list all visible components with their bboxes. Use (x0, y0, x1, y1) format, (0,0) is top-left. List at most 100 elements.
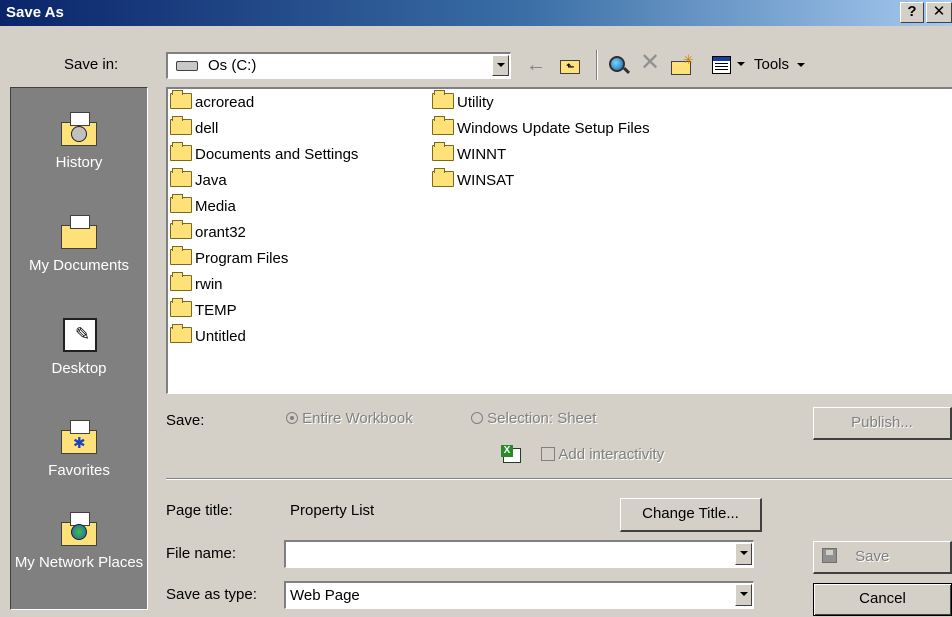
folder-item[interactable]: Documents and Settings (170, 142, 359, 171)
radio-selected-icon (286, 412, 298, 424)
cancel-button[interactable]: Cancel (813, 583, 952, 616)
title-bar[interactable]: Save As ? ✕ (0, 0, 952, 26)
new-folder-icon[interactable]: ✳ (670, 52, 696, 76)
tools-menu[interactable]: Tools (754, 56, 806, 73)
file-name-label: File name: (166, 545, 237, 562)
save-in-value: Os (C:) (208, 57, 257, 74)
help-button[interactable]: ? (900, 2, 924, 23)
folder-icon (170, 90, 192, 109)
folder-name: Utility (457, 94, 494, 111)
folder-item[interactable]: Media (170, 194, 358, 223)
folder-icon (170, 272, 192, 291)
page-title-label: Page title: (166, 502, 233, 519)
places-bar: History My Documents ✎ Desktop ✱ Favorit… (10, 87, 148, 610)
folder-name: orant32 (195, 224, 246, 241)
folder-name: Documents and Settings (195, 146, 359, 163)
save-as-type-label: Save as type: (166, 586, 257, 603)
file-list-column-1: acroread dell Documents and Settings Java Me… (170, 90, 359, 353)
folder-item[interactable]: Utility (432, 90, 650, 119)
folder-icon (170, 324, 192, 343)
save-in-dropdown-button[interactable] (492, 55, 509, 76)
file-name-input[interactable] (284, 540, 754, 568)
folder-item[interactable]: orant32 (170, 220, 358, 249)
places-favorites-label: Favorites (48, 462, 110, 479)
places-history[interactable]: History (11, 110, 147, 171)
entire-workbook-radio[interactable]: Entire Workbook (286, 410, 413, 427)
save-as-type-value: Web Page (290, 587, 360, 604)
publish-button[interactable]: Publish... (813, 407, 952, 440)
places-my-documents[interactable]: My Documents (11, 213, 147, 274)
places-my-network-places-label: My Network Places (14, 554, 144, 571)
places-desktop[interactable]: ✎ Desktop (11, 316, 147, 377)
folder-name: Windows Update Setup Files (457, 120, 650, 137)
folder-icon (170, 116, 192, 135)
folder-icon (432, 90, 454, 109)
change-title-button[interactable]: Change Title... (620, 498, 762, 532)
add-interactivity-checkbox[interactable]: Add interactivity (541, 446, 664, 463)
tools-dropdown-arrow-icon (797, 63, 806, 67)
folder-icon (170, 220, 192, 239)
folder-name: rwin (195, 276, 223, 293)
folder-name: WINSAT (457, 172, 515, 189)
folder-item[interactable]: Untitled (170, 324, 358, 353)
desktop-icon: ✎ (59, 316, 99, 356)
folder-item[interactable]: acroread (170, 90, 358, 119)
save-options-label: Save: (166, 412, 205, 429)
disk-icon (822, 548, 837, 563)
toolbar-separator (596, 50, 598, 80)
folder-name: dell (195, 120, 219, 137)
search-web-icon[interactable] (607, 54, 631, 76)
folder-name: TEMP (195, 302, 237, 319)
folder-item[interactable]: Program Files (170, 246, 358, 275)
folder-icon (432, 168, 454, 187)
page-title-value: Property List (290, 502, 375, 519)
folder-item[interactable]: WINSAT (432, 168, 650, 197)
places-my-documents-label: My Documents (28, 257, 130, 274)
folder-item[interactable]: WINNT (432, 142, 650, 171)
save-button[interactable]: Save (813, 541, 952, 574)
excel-web-icon: X (501, 445, 523, 465)
checkbox-icon (541, 447, 555, 461)
delete-icon[interactable]: ✕ (640, 51, 662, 75)
folder-item[interactable]: TEMP (170, 298, 358, 327)
views-dropdown-arrow-icon[interactable] (737, 62, 745, 66)
save-in-dropdown[interactable]: Os (C:) (166, 52, 511, 79)
places-my-network-places[interactable]: My Network Places (11, 510, 147, 572)
folder-name: acroread (195, 94, 255, 111)
folder-item[interactable]: Java (170, 168, 358, 197)
folder-icon (170, 246, 192, 265)
close-button[interactable]: ✕ (926, 2, 952, 23)
save-as-type-select[interactable]: Web Page (284, 581, 754, 609)
places-favorites[interactable]: ✱ Favorites (11, 418, 147, 479)
folder-name: WINNT (457, 146, 507, 163)
folder-icon (170, 298, 192, 317)
folder-icon (432, 142, 454, 161)
places-desktop-label: Desktop (51, 360, 107, 377)
window-title: Save As (6, 4, 64, 21)
views-icon[interactable] (712, 56, 731, 74)
file-name-dropdown-button[interactable] (735, 543, 752, 565)
radio-unselected-icon (471, 412, 483, 424)
file-list-column-2: Utility Windows Update Setup Files WINNT WI… (432, 90, 650, 197)
folder-item[interactable]: Windows Update Setup Files (432, 116, 650, 145)
folder-icon (432, 116, 454, 135)
drive-icon (176, 61, 198, 71)
folder-icon (170, 194, 192, 213)
folder-icon (170, 142, 192, 161)
file-list[interactable]: acroread dell Documents and Settings Java Me… (166, 87, 952, 394)
folder-item[interactable]: rwin (170, 272, 358, 301)
save-as-type-dropdown-button[interactable] (735, 584, 752, 606)
network-icon (59, 510, 99, 550)
history-icon (59, 110, 99, 150)
up-folder-icon[interactable]: ⬑ (558, 55, 582, 75)
folder-item[interactable]: dell (170, 116, 358, 145)
save-in-label: Save in: (64, 56, 119, 73)
folder-name: Java (195, 172, 227, 189)
places-history-label: History (55, 154, 103, 171)
selection-sheet-radio[interactable]: Selection: Sheet (471, 410, 596, 427)
back-arrow-icon[interactable]: ← (526, 54, 546, 76)
favorites-icon: ✱ (59, 418, 99, 458)
folder-icon (170, 168, 192, 187)
folder-name: Media (195, 198, 236, 215)
my-documents-icon (59, 213, 99, 253)
